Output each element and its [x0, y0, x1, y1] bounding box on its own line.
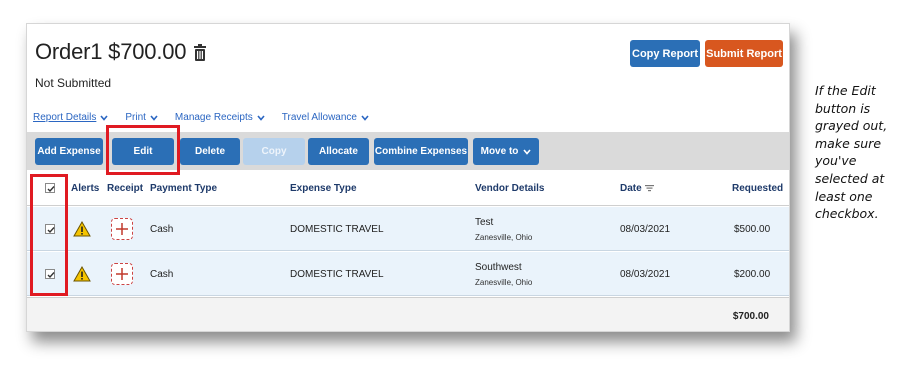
edit-button-highlight [106, 125, 180, 175]
menu-label: Travel Allowance [281, 112, 357, 123]
report-title-row: Order1 $700.00 [35, 39, 207, 65]
expense-date: 08/03/2021 [620, 224, 671, 235]
move-to-button[interactable]: Move to [473, 138, 539, 165]
col-alerts: Alerts [71, 183, 100, 194]
trash-icon[interactable] [194, 43, 207, 61]
table-row[interactable]: Cash DOMESTIC TRAVEL Southwest Zanesvill… [27, 252, 789, 296]
col-receipt: Receipt [107, 183, 144, 194]
chevron-down-icon [361, 114, 369, 121]
copy-button[interactable]: Copy [243, 138, 305, 165]
col-payment-type[interactable]: Payment Type [150, 183, 217, 194]
vendor-location: Zanesville, Ohio [475, 233, 533, 242]
expense-type: DOMESTIC TRAVEL [290, 224, 384, 235]
requested-amount: $200.00 [734, 269, 771, 280]
chevron-down-icon [257, 114, 265, 121]
table-row[interactable]: Cash DOMESTIC TRAVEL Test Zanesville, Oh… [27, 207, 789, 251]
warning-icon[interactable] [73, 266, 91, 282]
chevron-down-icon [100, 114, 108, 121]
chevron-down-icon [523, 148, 531, 155]
add-receipt-icon[interactable] [111, 218, 133, 240]
sort-icon [644, 185, 654, 192]
menu-print[interactable]: Print [125, 112, 158, 123]
allocate-button[interactable]: Allocate [308, 138, 369, 165]
col-date: Date [620, 183, 642, 194]
vendor-name: Southwest [475, 262, 522, 273]
menu-report-details[interactable]: Report Details [33, 112, 108, 123]
copy-report-button[interactable]: Copy Report [630, 40, 700, 67]
checkbox-column-highlight [30, 174, 68, 296]
requested-amount: $500.00 [734, 224, 771, 235]
vendor-name: Test [475, 217, 494, 228]
edit-button-note: If the Edit button is grayed out, make s… [815, 83, 888, 222]
menu-manage-receipts[interactable]: Manage Receipts [175, 112, 265, 123]
total-row: $700.00 [27, 297, 789, 331]
menu-label: Print [125, 112, 146, 123]
combine-expenses-button[interactable]: Combine Expenses [374, 138, 468, 165]
col-date-wrap[interactable]: Date [620, 183, 654, 194]
col-expense-type[interactable]: Expense Type [290, 183, 357, 194]
chevron-down-icon [150, 114, 158, 121]
move-to-label: Move to [480, 146, 519, 157]
vendor-location: Zanesville, Ohio [475, 278, 533, 287]
submit-report-button[interactable]: Submit Report [705, 40, 783, 67]
col-vendor-details[interactable]: Vendor Details [475, 183, 544, 194]
expense-date: 08/03/2021 [620, 269, 671, 280]
report-status: Not Submitted [35, 76, 112, 90]
add-receipt-icon[interactable] [111, 263, 133, 285]
expense-report-panel: Order1 $700.00 Not Submitted Copy Report… [26, 23, 790, 332]
col-requested[interactable]: Requested [732, 183, 783, 194]
warning-icon[interactable] [73, 221, 91, 237]
add-expense-button[interactable]: Add Expense [35, 138, 103, 165]
expense-type: DOMESTIC TRAVEL [290, 269, 384, 280]
delete-button[interactable]: Delete [180, 138, 240, 165]
table-header: Alerts Receipt Payment Type Expense Type… [27, 170, 789, 206]
report-title: Order1 $700.00 [35, 39, 187, 64]
report-menu: Report Details Print Manage Receipts Tra… [33, 112, 386, 123]
menu-label: Report Details [33, 112, 97, 123]
payment-type: Cash [150, 224, 174, 235]
menu-label: Manage Receipts [174, 112, 253, 123]
payment-type: Cash [150, 269, 174, 280]
menu-travel-allowance[interactable]: Travel Allowance [282, 112, 369, 123]
report-total: $700.00 [732, 311, 769, 322]
